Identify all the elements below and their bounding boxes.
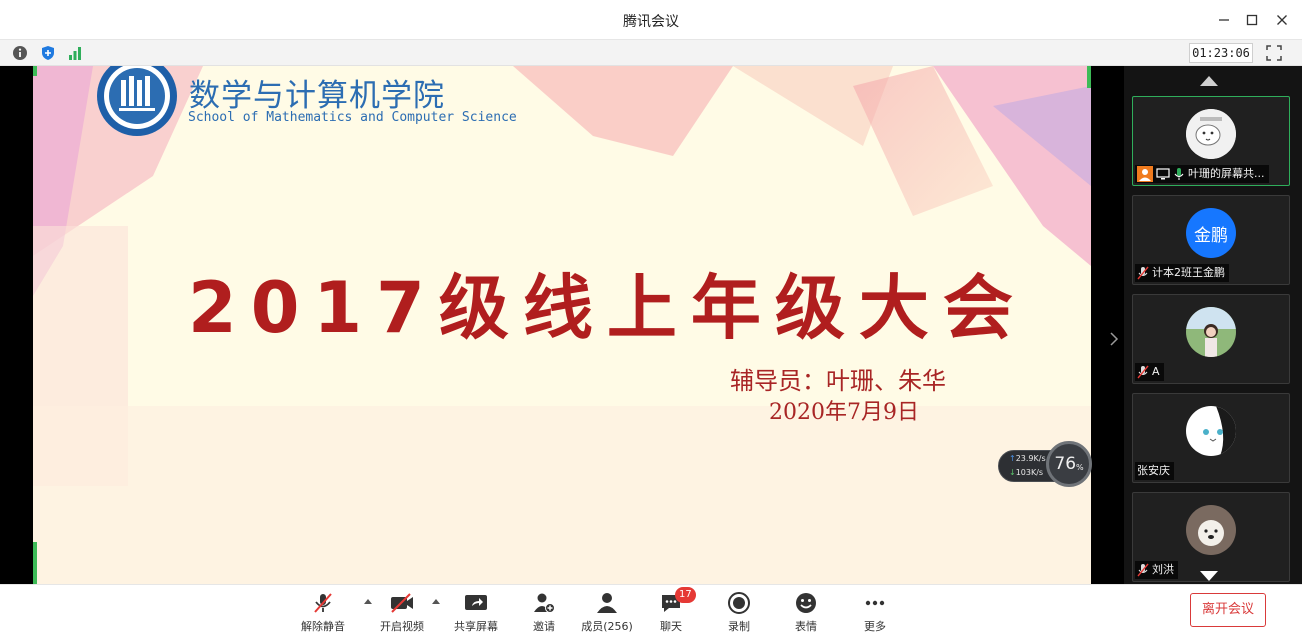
avatar: 金鹏 — [1186, 208, 1236, 258]
maximize-icon — [1246, 14, 1258, 26]
download-speed: ↓103K/s — [1009, 468, 1044, 477]
share-border-indicator — [33, 66, 37, 76]
participant-name: 叶珊的屏幕共... — [1188, 167, 1265, 180]
chat-unread-badge: 17 — [675, 587, 696, 603]
participant-name-bar: 叶珊的屏幕共... — [1135, 165, 1269, 183]
user-icon — [597, 593, 617, 613]
smiley-icon — [796, 593, 816, 613]
participant-name: A — [1152, 365, 1160, 378]
participant-name-bar: 计本2班王金鹏 — [1135, 264, 1229, 282]
meeting-timer: 01:23:06 — [1189, 43, 1253, 63]
school-name-chinese: 数学与计算机学院 — [189, 78, 445, 114]
participant-name-bar: 刘洪 — [1135, 561, 1178, 579]
microphone-on-icon — [1174, 168, 1184, 180]
download-arrow-icon: ↓ — [1009, 468, 1016, 477]
chat-button[interactable]: 17 聊天 — [639, 587, 703, 637]
network-quality-gauge[interactable]: 76% — [1046, 441, 1092, 487]
avatar — [1186, 406, 1236, 456]
school-name-english: School of Mathematics and Computer Scien… — [188, 110, 517, 125]
fullscreen-icon[interactable] — [1265, 44, 1283, 62]
participant-name: 刘洪 — [1152, 563, 1174, 576]
participant-tile[interactable]: 叶珊的屏幕共... — [1132, 96, 1290, 186]
unmute-button[interactable]: 解除静音 — [291, 591, 355, 637]
share-screen-icon — [465, 595, 487, 610]
minimize-icon — [1219, 19, 1229, 21]
participant-tile[interactable]: 刘洪 — [1132, 492, 1290, 582]
participant-tile[interactable]: A — [1132, 294, 1290, 384]
slide-date: 2020年7月9日 — [769, 400, 919, 425]
upload-arrow-icon: ↑ — [1009, 454, 1016, 463]
record-icon — [728, 592, 750, 614]
participant-name-bar: 张安庆 — [1135, 462, 1174, 480]
microphone-muted-icon — [314, 593, 332, 613]
title-bar: 腾讯会议 — [0, 0, 1302, 40]
participant-name: 计本2班王金鹏 — [1152, 266, 1225, 279]
add-user-icon — [534, 593, 555, 613]
cartoon-avatar-icon — [1186, 109, 1236, 159]
collapse-panel-button[interactable] — [1107, 331, 1121, 349]
scroll-down-icon[interactable] — [1200, 571, 1218, 581]
presentation-slide: 2004 数学与计算机学院 School of Mathematics and … — [33, 66, 1091, 584]
microphone-muted-icon — [1137, 365, 1149, 379]
microphone-muted-icon — [1137, 266, 1149, 280]
signal-icon[interactable] — [67, 45, 83, 61]
cat-avatar-icon — [1186, 406, 1236, 456]
meeting-toolbar: 解除静音 开启视频 共享屏幕 邀请 成员(256) 17 聊天 录制 表情 更多… — [0, 584, 1302, 640]
start-video-button[interactable]: 开启视频 — [370, 591, 434, 637]
close-button[interactable] — [1270, 8, 1294, 32]
info-icon[interactable] — [12, 45, 28, 61]
avatar — [1186, 505, 1236, 555]
shield-icon[interactable] — [40, 45, 56, 61]
dog-avatar-icon — [1186, 505, 1236, 555]
status-bar: 01:23:06 — [0, 40, 1302, 66]
avatar — [1186, 307, 1236, 357]
participant-name-bar: A — [1135, 363, 1164, 381]
more-dots-icon — [865, 600, 885, 606]
participant-tile[interactable]: 金鹏 计本2班王金鹏 — [1132, 195, 1290, 285]
share-screen-button[interactable]: 共享屏幕 — [444, 591, 508, 637]
maximize-button[interactable] — [1240, 8, 1264, 32]
slide-title: 2017级线上年级大会 — [188, 267, 1027, 349]
record-button[interactable]: 录制 — [707, 591, 771, 637]
reactions-button[interactable]: 表情 — [774, 591, 838, 637]
video-options-caret[interactable] — [432, 599, 440, 604]
share-border-indicator — [1087, 66, 1091, 88]
window-title: 腾讯会议 — [623, 14, 679, 30]
logo-year: 2004 — [126, 110, 144, 118]
participant-tile[interactable]: 张安庆 — [1132, 393, 1290, 483]
shared-screen-area: 2004 数学与计算机学院 School of Mathematics and … — [0, 66, 1302, 584]
leave-meeting-button[interactable]: 离开会议 — [1190, 593, 1266, 627]
slide-counselor: 辅导员：叶珊、朱华 — [730, 367, 946, 395]
minimize-button[interactable] — [1212, 8, 1236, 32]
participants-panel: 叶珊的屏幕共... 金鹏 计本2班王金鹏 A 张安庆 刘洪 — [1124, 66, 1302, 584]
microphone-muted-icon — [1137, 563, 1149, 577]
screen-share-icon — [1156, 168, 1170, 180]
camera-off-icon — [391, 593, 413, 613]
avatar — [1186, 109, 1236, 159]
share-border-indicator — [33, 542, 37, 584]
close-icon — [1277, 15, 1287, 25]
photo-avatar-icon — [1186, 307, 1236, 357]
members-button[interactable]: 成员(256) — [575, 591, 639, 637]
host-icon — [1137, 166, 1153, 182]
chevron-right-icon — [1110, 332, 1119, 346]
participant-name: 张安庆 — [1137, 464, 1170, 477]
upload-speed: ↑23.9K/s — [1009, 454, 1046, 463]
school-logo — [97, 66, 177, 136]
invite-button[interactable]: 邀请 — [512, 591, 576, 637]
more-button[interactable]: 更多 — [843, 591, 907, 637]
scroll-up-icon[interactable] — [1200, 76, 1218, 86]
